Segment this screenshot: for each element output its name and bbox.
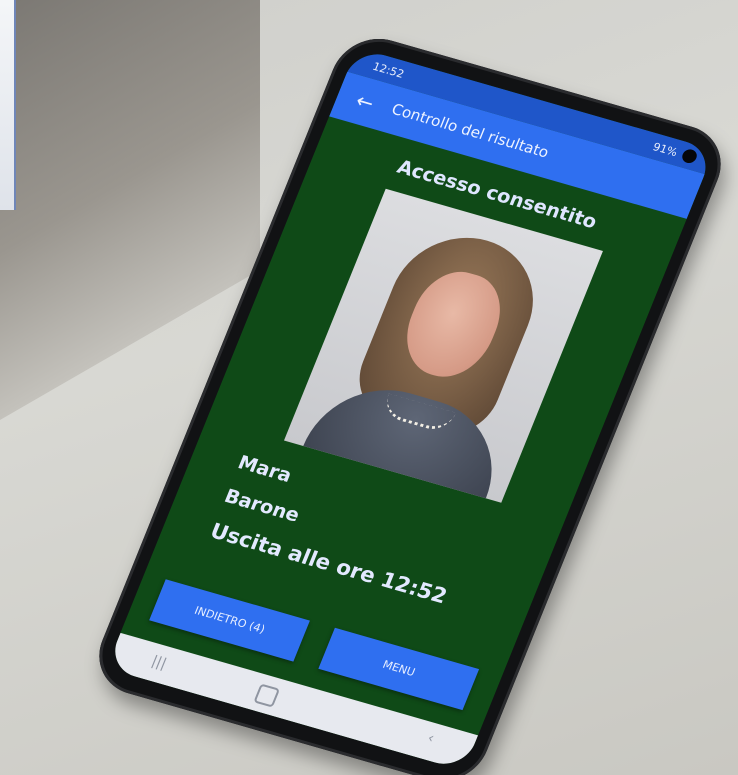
background-paper [0,0,16,210]
back-nav-icon[interactable]: ‹ [425,730,436,746]
front-camera [680,147,699,165]
status-time: 12:52 [370,59,406,81]
status-battery: 91% [650,140,680,160]
recent-apps-icon[interactable]: ||| [149,653,169,672]
arrow-left-icon[interactable]: ← [349,87,381,116]
home-icon[interactable] [253,683,281,708]
person-photo [283,188,603,503]
